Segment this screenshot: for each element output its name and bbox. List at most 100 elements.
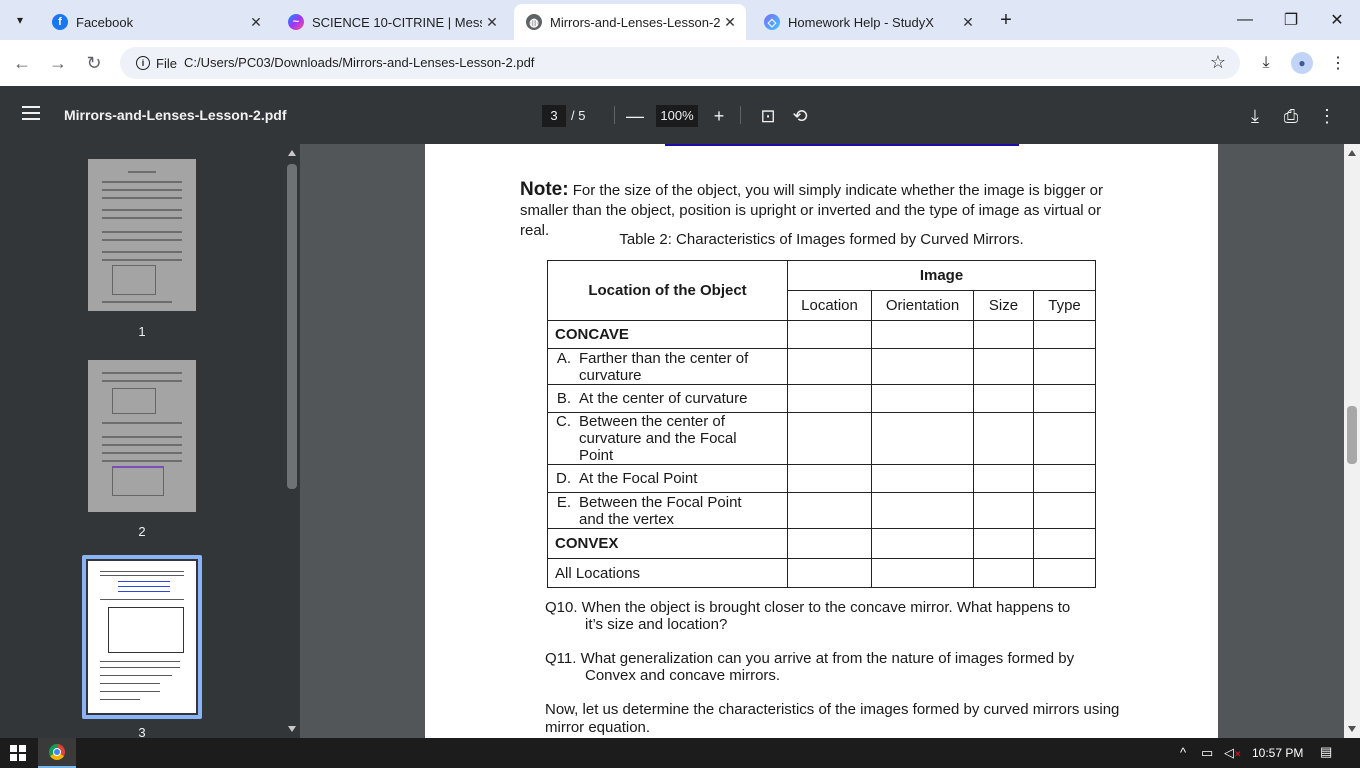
more-options-icon[interactable]: ⋮ bbox=[1314, 103, 1340, 129]
downloads-icon[interactable]: ⤓ bbox=[1255, 52, 1277, 74]
tab-studyx[interactable]: ◇ Homework Help - StudyX ✕ bbox=[752, 4, 984, 40]
section-concave: CONCAVE bbox=[547, 320, 788, 349]
tab-label: Facebook bbox=[76, 14, 134, 30]
messenger-icon: ~ bbox=[288, 14, 304, 30]
download-icon[interactable]: ⤓ bbox=[1242, 103, 1268, 129]
toolbar-divider bbox=[740, 106, 741, 124]
table-row: D. At the Focal Point bbox=[547, 464, 1096, 493]
convex-all-locations: All Locations bbox=[547, 558, 788, 588]
tab-label: SCIENCE 10-CITRINE | Messeng bbox=[312, 14, 482, 30]
sidebar-menu-icon[interactable] bbox=[22, 106, 40, 120]
header-location-of-object: Location of the Object bbox=[547, 260, 788, 321]
print-icon[interactable]: ⎙ bbox=[1278, 103, 1304, 129]
tab-messenger[interactable]: ~ SCIENCE 10-CITRINE | Messeng ✕ bbox=[276, 4, 508, 40]
table-row: C. Between the center of curvature and th… bbox=[547, 412, 1096, 465]
page-number-input[interactable]: 3 bbox=[542, 105, 566, 127]
pdf-title: Mirrors-and-Lenses-Lesson-2.pdf bbox=[64, 107, 287, 123]
fit-page-icon[interactable]: ⊡ bbox=[755, 103, 781, 129]
tab-facebook[interactable]: f Facebook ✕ bbox=[40, 4, 272, 40]
row-text: At the center of curvature bbox=[579, 390, 748, 407]
table-row: A. Farther than the center of curvature bbox=[547, 348, 1096, 385]
reload-icon[interactable]: ↻ bbox=[81, 50, 107, 76]
q10-line1: Q10. When the object is brought closer t… bbox=[545, 599, 1071, 616]
bookmark-star-icon[interactable]: ☆ bbox=[1210, 52, 1226, 73]
subheader-orientation: Orientation bbox=[871, 290, 974, 321]
row-letter: A. bbox=[556, 349, 571, 367]
chrome-icon bbox=[49, 744, 65, 760]
site-info-chip[interactable]: i File bbox=[128, 51, 185, 75]
zoom-in-icon[interactable]: + bbox=[706, 103, 732, 129]
chrome-taskbar-button[interactable] bbox=[38, 738, 76, 768]
tab-label: Homework Help - StudyX bbox=[788, 14, 934, 30]
browser-menu-icon[interactable]: ⋮ bbox=[1327, 52, 1349, 74]
pdf-page: Note: For the size of the object, you wi… bbox=[425, 144, 1218, 738]
total-pages: 5 bbox=[578, 108, 586, 123]
characteristics-table: Location of the Object Image Location Or… bbox=[547, 260, 1096, 588]
url-text[interactable]: C:/Users/PC03/Downloads/Mirrors-and-Lens… bbox=[184, 55, 534, 70]
page-thumbnail-3[interactable] bbox=[88, 561, 196, 713]
scroll-up-arrow-icon[interactable] bbox=[288, 150, 296, 156]
restore-icon[interactable]: ❐ bbox=[1268, 0, 1314, 40]
zoom-input[interactable]: 100% bbox=[656, 105, 698, 127]
rotate-icon[interactable]: ⟲ bbox=[787, 103, 813, 129]
table-row: B. At the center of curvature bbox=[547, 384, 1096, 413]
scroll-down-arrow-icon[interactable] bbox=[288, 726, 296, 732]
q11-line1: Q11. What generalization can you arrive … bbox=[545, 650, 1075, 667]
table-row: CONVEX bbox=[547, 528, 1096, 559]
close-icon[interactable]: ✕ bbox=[958, 14, 978, 31]
tab-search-icon[interactable]: ▾ bbox=[8, 8, 32, 32]
back-icon[interactable]: ← bbox=[9, 50, 35, 76]
thumbnail-number: 2 bbox=[138, 524, 146, 539]
document-scroll-thumb[interactable] bbox=[1347, 406, 1357, 464]
pdf-viewer: Note: For the size of the object, you wi… bbox=[300, 144, 1344, 738]
section-convex: CONVEX bbox=[547, 528, 788, 559]
network-icon[interactable]: ▭ bbox=[1201, 745, 1213, 761]
thumbnail-number: 3 bbox=[138, 725, 146, 738]
closing-paragraph: Now, let us determine the characteristic… bbox=[545, 701, 1120, 736]
table-row: CONCAVE bbox=[547, 320, 1096, 349]
row-text: Between the Focal Point and the vertex bbox=[579, 493, 742, 528]
document-scrollbar[interactable] bbox=[1344, 144, 1360, 738]
row-text: At the Focal Point bbox=[579, 470, 698, 487]
close-icon[interactable]: ✕ bbox=[246, 14, 266, 31]
thumbnail-sidebar: 1 2 3 bbox=[0, 144, 284, 738]
forward-icon[interactable]: → bbox=[45, 50, 71, 76]
page-thumbnail-1[interactable] bbox=[88, 159, 196, 311]
sidebar-scrollbar[interactable] bbox=[284, 144, 300, 738]
minimize-icon[interactable]: — bbox=[1222, 0, 1268, 40]
close-window-icon[interactable]: ✕ bbox=[1314, 0, 1360, 40]
pdf-toolbar: Mirrors-and-Lenses-Lesson-2.pdf 3 / 5 — … bbox=[0, 86, 1360, 144]
new-tab-icon[interactable]: + bbox=[994, 8, 1018, 32]
row-text: Farther than the center of curvature bbox=[579, 349, 749, 384]
zoom-out-icon[interactable]: — bbox=[622, 103, 648, 129]
q11-line2: Convex and concave mirrors. bbox=[585, 667, 781, 684]
page-thumbnail-2[interactable] bbox=[88, 360, 196, 512]
row-letter: B. bbox=[556, 390, 571, 407]
close-icon[interactable]: ✕ bbox=[720, 14, 740, 31]
windows-start-icon[interactable] bbox=[10, 745, 26, 761]
q10-line2: it’s size and location? bbox=[585, 616, 728, 633]
taskbar-clock[interactable]: 10:57 PM bbox=[1252, 746, 1303, 760]
sidebar-scroll-thumb[interactable] bbox=[287, 164, 297, 489]
close-icon[interactable]: ✕ bbox=[482, 14, 502, 31]
note-label: Note: bbox=[520, 179, 569, 200]
scroll-down-arrow-icon[interactable] bbox=[1348, 726, 1356, 732]
table-row: E. Between the Focal Point and the vertex bbox=[547, 492, 1096, 529]
url-omnibox[interactable]: i File C:/Users/PC03/Downloads/Mirrors-a… bbox=[120, 47, 1240, 79]
info-icon: i bbox=[136, 56, 150, 70]
windows-taskbar: ^ ▭ ◁✕ 10:57 PM ▤ bbox=[0, 738, 1360, 768]
page-separator: / bbox=[571, 108, 575, 123]
table-caption: Table 2: Characteristics of Images forme… bbox=[619, 231, 1024, 248]
scroll-up-arrow-icon[interactable] bbox=[1348, 150, 1356, 156]
profile-avatar-icon[interactable]: ● bbox=[1291, 52, 1313, 74]
table-row: All Locations bbox=[547, 558, 1096, 588]
notifications-icon[interactable]: ▤ bbox=[1320, 744, 1332, 760]
toolbar-divider bbox=[614, 106, 615, 124]
tray-overflow-icon[interactable]: ^ bbox=[1180, 745, 1186, 760]
volume-muted-icon[interactable]: ◁✕ bbox=[1224, 745, 1242, 761]
hyperlink-underline[interactable] bbox=[665, 144, 1019, 146]
row-letter: C. bbox=[556, 413, 571, 430]
tab-label: Mirrors-and-Lenses-Lesson-2.p bbox=[550, 14, 720, 30]
tab-pdf-active[interactable]: ◍ Mirrors-and-Lenses-Lesson-2.p ✕ bbox=[514, 4, 746, 40]
row-letter: E. bbox=[556, 493, 571, 511]
